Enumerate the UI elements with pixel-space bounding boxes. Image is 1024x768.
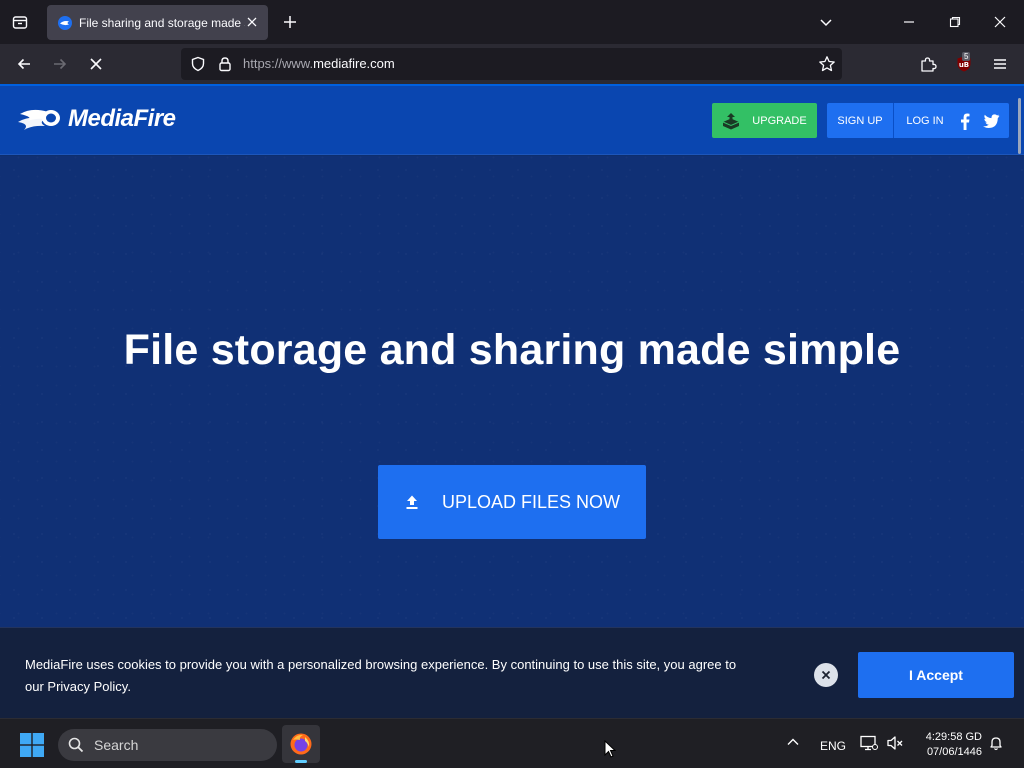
log-in-label: LOG IN [906, 114, 944, 127]
windows-start-icon[interactable] [20, 733, 44, 762]
search-icon [68, 737, 84, 753]
address-bar[interactable]: https://www.mediafire.com [181, 48, 842, 80]
notification-bell-icon[interactable] [988, 735, 1004, 751]
minimize-window-icon[interactable] [899, 12, 919, 32]
hero-headline: File storage and sharing made simple [123, 326, 901, 374]
browser-tab-active[interactable]: File sharing and storage made simple [47, 5, 268, 40]
logo-text: MediaFire [68, 105, 176, 132]
extension-count-badge: 5 [962, 52, 971, 61]
clock-time: 4:29:58 GD [925, 731, 982, 743]
accept-cookies-label: I Accept [909, 667, 963, 683]
svg-text:uB: uB [959, 61, 969, 69]
list-all-tabs-chevron-icon[interactable] [816, 12, 836, 32]
cookie-message: MediaFire uses cookies to provide you wi… [25, 657, 737, 694]
input-language-indicator[interactable]: ENG [820, 739, 846, 753]
windows-taskbar: Search ENG 4:29:58 GD 07/06/1446 [0, 718, 1024, 768]
stop-loading-icon[interactable] [84, 52, 108, 76]
close-window-icon[interactable] [990, 12, 1010, 32]
tab-list-icon[interactable] [8, 10, 32, 34]
sign-up-button[interactable]: SIGN UP [827, 103, 894, 138]
system-clock[interactable]: 4:29:58 GD 07/06/1446 [916, 730, 982, 760]
upgrade-label: UPGRADE [752, 114, 807, 127]
log-in-button[interactable]: LOG IN [895, 103, 955, 138]
volume-muted-icon[interactable] [886, 735, 904, 751]
mediafire-logo[interactable]: MediaFire [18, 105, 176, 133]
back-arrow-icon[interactable] [12, 52, 36, 76]
upgrade-button[interactable]: UPGRADE [712, 103, 817, 138]
search-placeholder: Search [94, 737, 139, 753]
upload-files-label: UPLOAD FILES NOW [441, 491, 621, 512]
upload-arrow-icon [406, 495, 418, 509]
browser-tab-bar: File sharing and storage made simple [0, 0, 1024, 44]
webpage: MediaFire UPGRADE SIGN UP LOG IN File st… [0, 86, 1024, 718]
app-menu-hamburger-icon[interactable] [988, 52, 1012, 76]
browser-nav-bar: https://www.mediafire.com uB [0, 44, 1024, 84]
upload-files-button[interactable]: UPLOAD FILES NOW [378, 465, 646, 539]
page-scrollbar[interactable] [1018, 98, 1021, 154]
lock-icon[interactable] [217, 56, 233, 77]
network-display-icon[interactable] [860, 735, 878, 751]
show-hidden-icons-chevron-icon[interactable] [786, 735, 800, 749]
taskbar-search-box[interactable]: Search [58, 729, 277, 761]
site-header: MediaFire UPGRADE SIGN UP LOG IN [0, 86, 1024, 155]
accept-cookies-button[interactable]: I Accept [858, 652, 1014, 698]
sign-up-label: SIGN UP [837, 114, 883, 127]
cookie-close-icon[interactable] [814, 663, 838, 687]
facebook-icon[interactable] [955, 111, 975, 131]
cookie-consent-banner: MediaFire uses cookies to provide you wi… [0, 627, 1024, 718]
restore-window-icon[interactable] [945, 12, 965, 32]
upgrade-box-icon [723, 112, 740, 129]
url-text: https://www.mediafire.com [243, 56, 395, 71]
mediafire-favicon-icon [58, 15, 72, 30]
tab-title: File sharing and storage made simple [79, 15, 245, 30]
close-tab-icon[interactable] [244, 14, 260, 30]
extensions-puzzle-icon[interactable] [916, 52, 940, 76]
firefox-taskbar-button[interactable] [282, 725, 320, 763]
mediafire-flame-icon [18, 109, 60, 130]
new-tab-plus-icon[interactable] [280, 12, 300, 32]
forward-arrow-icon[interactable] [48, 52, 72, 76]
clock-date: 07/06/1446 [926, 746, 982, 758]
tracking-protection-shield-icon[interactable] [190, 56, 206, 77]
running-app-indicator [295, 760, 307, 763]
bookmark-star-icon[interactable] [818, 55, 836, 78]
mouse-pointer-icon [604, 739, 617, 763]
twitter-icon[interactable] [981, 111, 1001, 131]
auth-button-group: SIGN UP LOG IN [827, 103, 1009, 138]
firefox-icon [290, 733, 312, 755]
